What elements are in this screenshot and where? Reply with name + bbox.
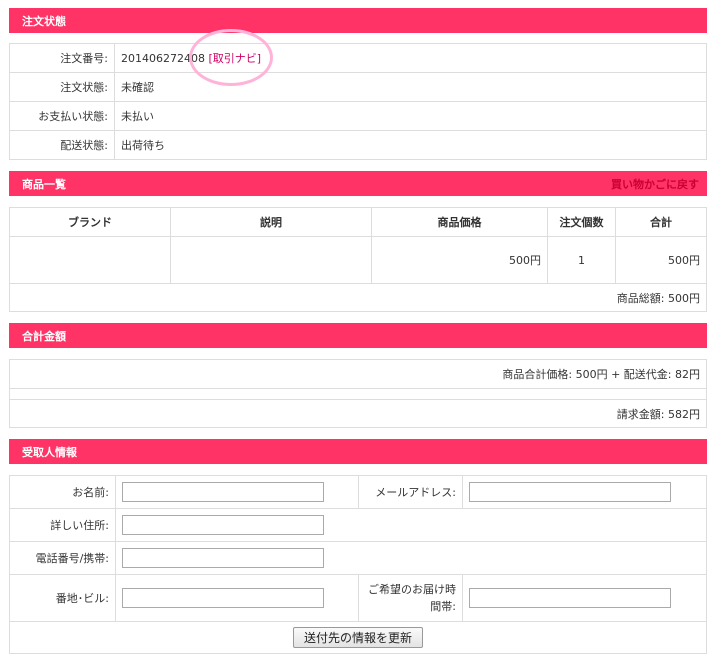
order-number-value: 201406272408 [121,52,205,65]
order-state-value: 未確認 [114,72,707,102]
total-header: 合計金額 [9,323,707,348]
back-to-cart-link[interactable]: 買い物かごに戻す [611,176,699,192]
email-input[interactable] [469,482,671,502]
subtotal-value: 商品総額: 500円 [9,283,707,312]
order-number-cell: 201406272408 [取引ナビ] [114,43,707,73]
address-cell [115,508,707,542]
total-spacer [9,388,707,400]
order-state-row: 注文状態: 未確認 [9,72,707,102]
phone-input[interactable] [122,548,324,568]
email-cell [462,475,707,509]
total-title: 合計金額 [22,329,66,343]
payment-state-value: 未払い [114,101,707,131]
order-status-table: 注文番号: 201406272408 [取引ナビ] 注文状態: 未確認 お支払い… [9,43,707,160]
name-cell [115,475,359,509]
order-status-header: 注文状態 [9,8,707,33]
recipient-row-building: 番地･ビル: ご希望のお届け時間帯: [9,574,707,622]
col-quantity: 注文個数 [547,207,616,237]
payment-state-row: お支払い状態: 未払い [9,101,707,131]
order-state-label: 注文状態: [9,72,115,102]
shipping-state-value: 出荷待ち [114,130,707,160]
col-price: 商品価格 [371,207,548,237]
recipient-row-phone: 電話番号/携帯: [9,541,707,575]
cell-price: 500円 [371,236,548,284]
recipient-row-address: 詳しい住所: [9,508,707,542]
recipient-title: 受取人情報 [22,445,77,459]
billing-row: 請求金額: 582円 [9,399,707,428]
delivery-time-label: ご希望のお届け時間帯: [358,574,463,622]
update-address-button[interactable]: 送付先の情報を更新 [292,627,423,648]
products-header: 商品一覧 買い物かごに戻す [9,171,707,196]
shipping-state-row: 配送状態: 出荷待ち [9,130,707,160]
recipient-row-name: お名前: メールアドレス: [9,475,707,509]
order-number-row: 注文番号: 201406272408 [取引ナビ] [9,43,707,73]
products-table: ブランド 説明 商品価格 注文個数 合計 500円 1 500円 商品総額: 5… [9,207,707,312]
recipient-table: お名前: メールアドレス: 詳しい住所: 電話番号/携帯: 番地･ビル: ご希望… [9,475,707,654]
order-status-title: 注文状態 [22,14,66,28]
building-cell [115,574,359,622]
products-header-row: ブランド 説明 商品価格 注文個数 合計 [9,207,707,237]
col-brand: ブランド [9,207,171,237]
building-input[interactable] [122,588,324,608]
total-table: 商品合計価格: 500円 + 配送代金: 82円 請求金額: 582円 [9,359,707,428]
total-breakdown: 商品合計価格: 500円 + 配送代金: 82円 [9,359,707,389]
phone-label: 電話番号/携帯: [9,541,116,575]
total-spacer-row [9,388,707,400]
building-label: 番地･ビル: [9,574,116,622]
phone-cell [115,541,707,575]
cell-total: 500円 [615,236,707,284]
billing-amount: 請求金額: 582円 [9,399,707,428]
payment-state-label: お支払い状態: [9,101,115,131]
total-breakdown-row: 商品合計価格: 500円 + 配送代金: 82円 [9,359,707,389]
col-total: 合計 [615,207,707,237]
name-input[interactable] [122,482,324,502]
address-input[interactable] [122,515,324,535]
trade-navi-link[interactable]: [取引ナビ] [208,52,261,65]
delivery-time-input[interactable] [469,588,671,608]
recipient-header: 受取人情報 [9,439,707,464]
cell-quantity: 1 [547,236,616,284]
recipient-row-submit: 送付先の情報を更新 [9,621,707,654]
address-label: 詳しい住所: [9,508,116,542]
name-label: お名前: [9,475,116,509]
email-label: メールアドレス: [358,475,463,509]
delivery-time-cell [462,574,707,622]
order-number-label: 注文番号: [9,43,115,73]
cell-description [170,236,372,284]
table-row: 500円 1 500円 [9,236,707,284]
col-description: 説明 [170,207,372,237]
cell-brand [9,236,171,284]
shipping-state-label: 配送状態: [9,130,115,160]
subtotal-row: 商品総額: 500円 [9,283,707,312]
submit-cell: 送付先の情報を更新 [9,621,707,654]
products-title: 商品一覧 [22,177,66,191]
